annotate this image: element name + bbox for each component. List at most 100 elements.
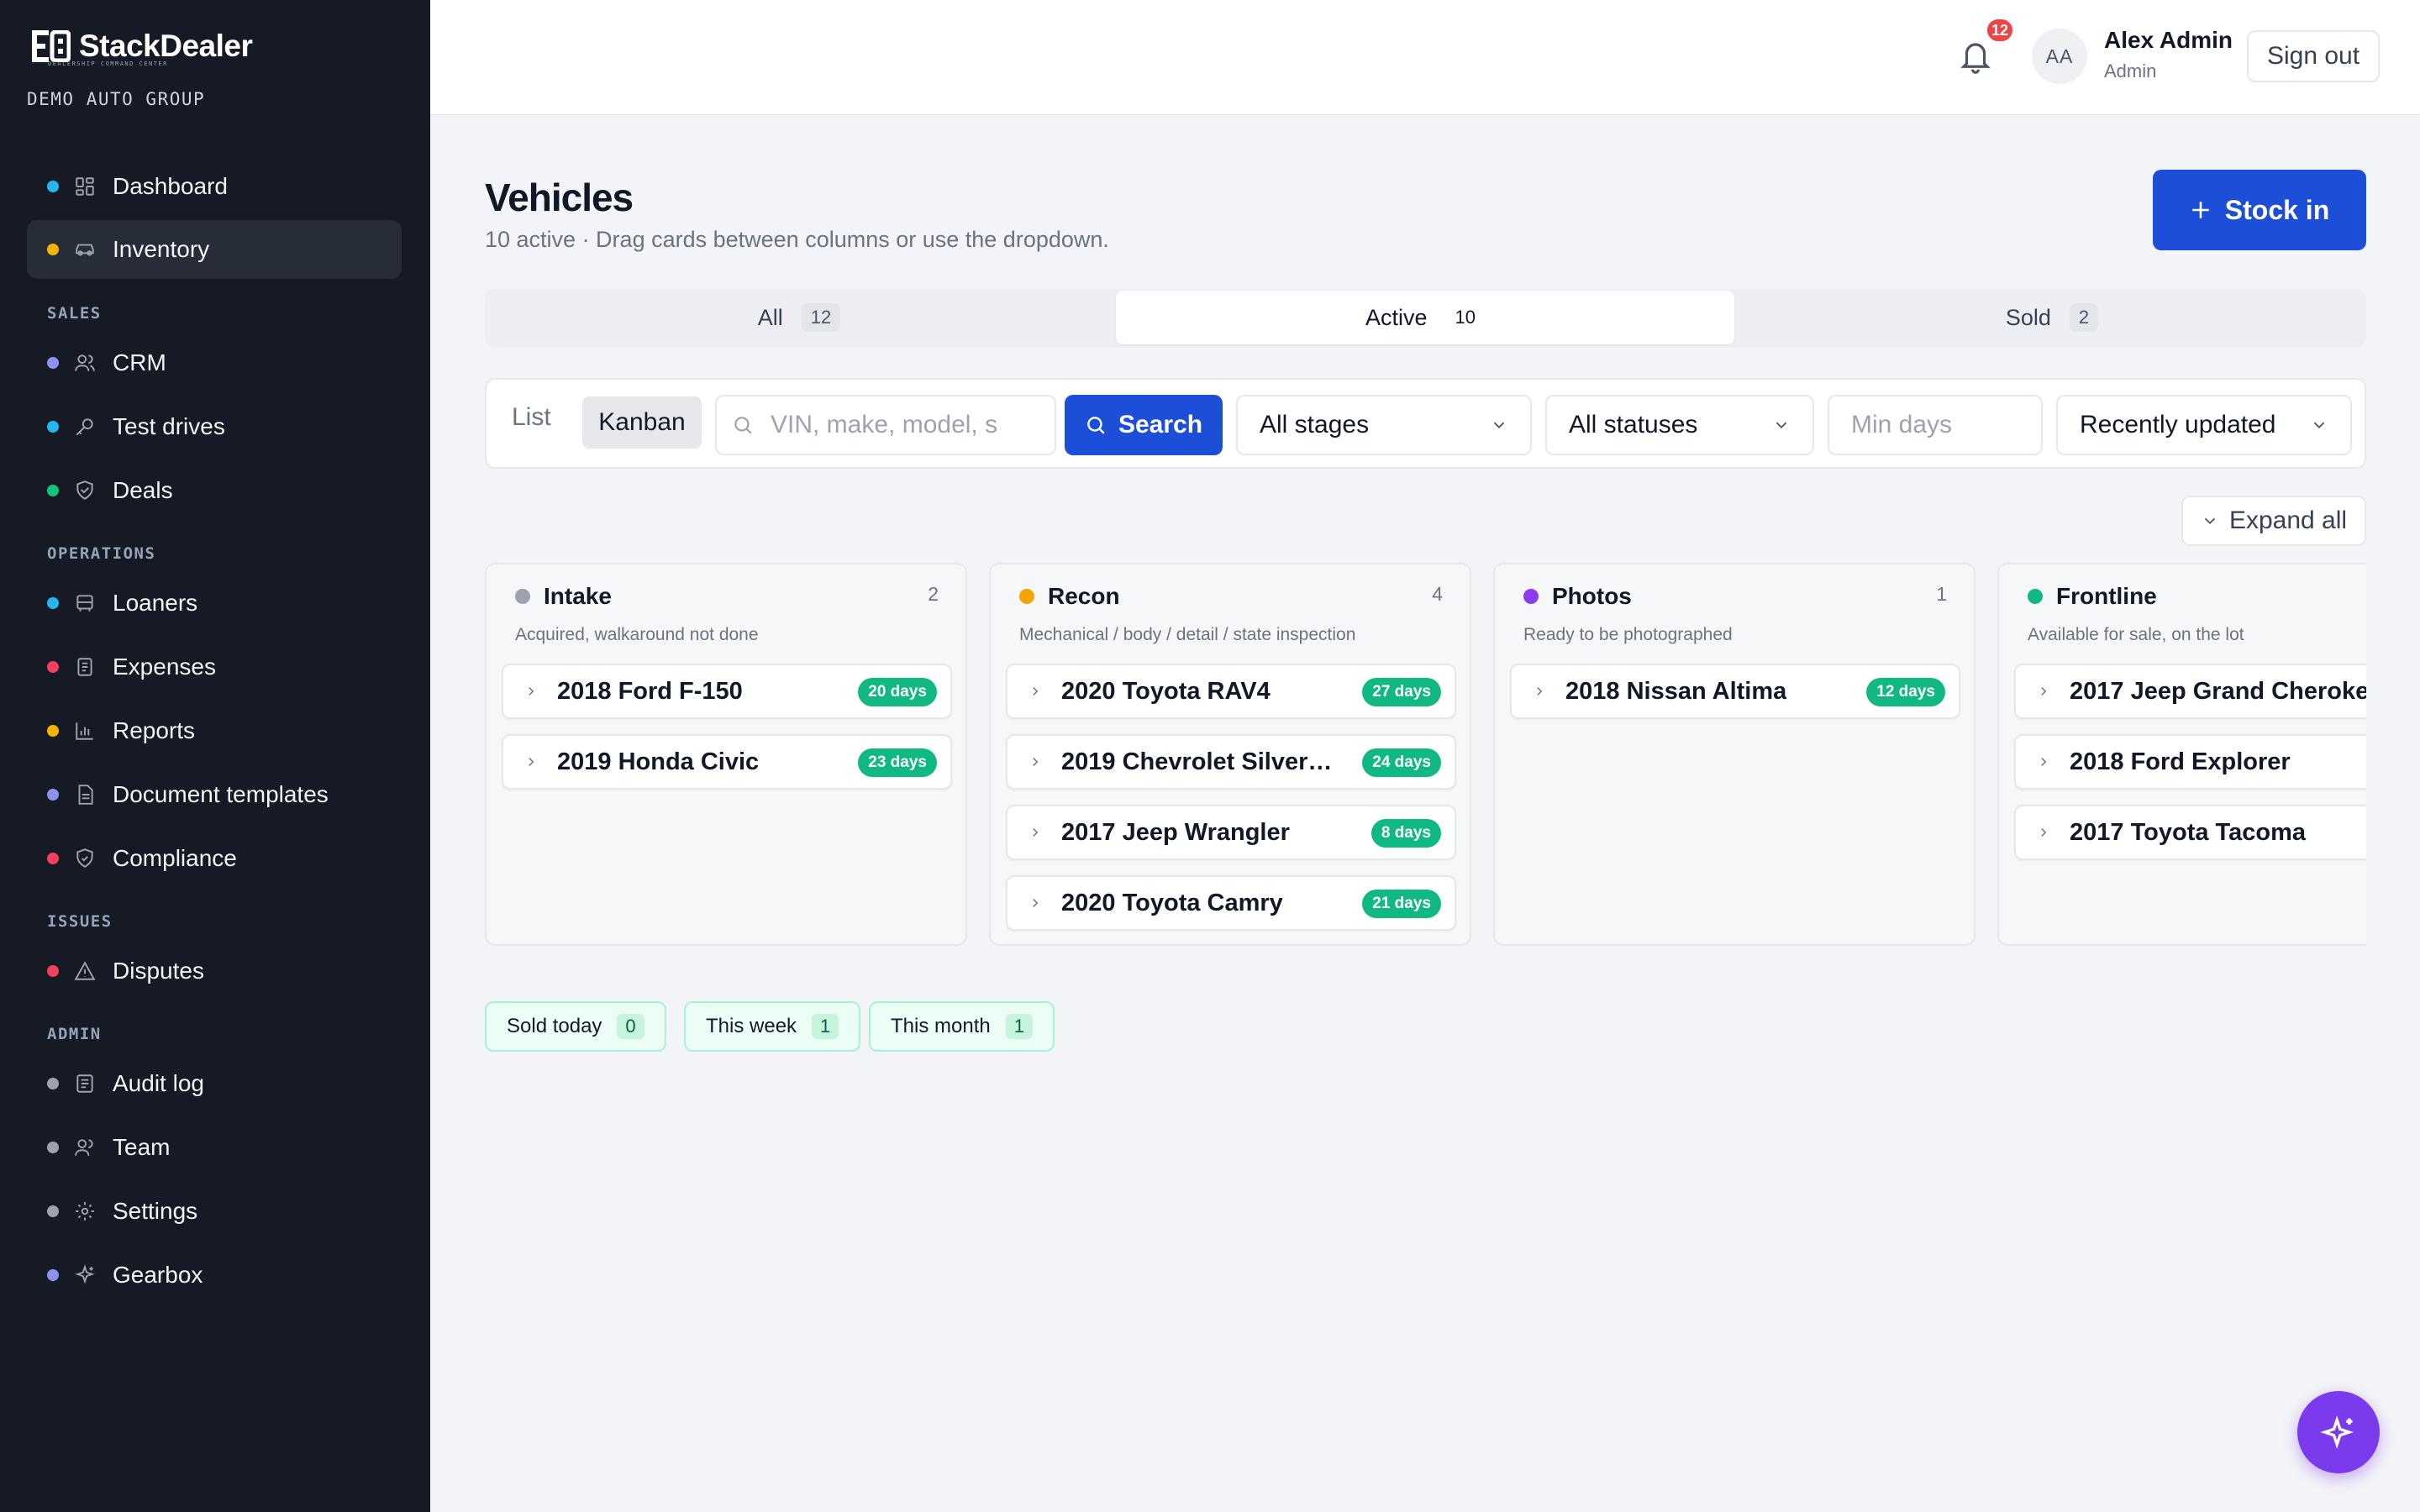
stage-select-value: All stages [1260, 411, 1370, 438]
sidebar-item-label: Document templates [113, 781, 329, 807]
column-dot [1019, 589, 1034, 604]
nav-section-admin: ADMIN [47, 1025, 102, 1043]
sidebar: StackDealer DEALERSHIP COMMAND CENTER DE… [0, 0, 430, 1512]
filter-bar: List Kanban Search All stages All status… [485, 378, 2366, 469]
search-icon [734, 417, 752, 434]
sidebar-item-label: Inventory [113, 236, 210, 262]
nav-section-sales: SALES [47, 304, 102, 323]
stage-select[interactable]: All stages [1236, 395, 1532, 455]
warning-icon [72, 958, 97, 984]
sidebar-item-label: Audit log [113, 1070, 204, 1096]
sidebar-item-inventory[interactable]: Inventory [27, 220, 402, 279]
assistant-button[interactable] [2297, 1391, 2380, 1473]
kanban-column-intake: Intake 2 Acquired, walkaround not done 2… [485, 563, 967, 946]
nav-dot [47, 485, 59, 496]
sidebar-item-disputes[interactable]: Disputes [27, 942, 402, 1000]
tab-label: All [757, 304, 783, 330]
nav-dot [47, 1078, 59, 1089]
search-icon [1087, 417, 1105, 434]
chevron-right-icon[interactable] [523, 684, 539, 699]
kanban-column-photos: Photos 1 Ready to be photographed 2018 N… [1493, 563, 1975, 946]
chevron-right-icon[interactable] [2036, 754, 2051, 769]
status-select[interactable]: All statuses [1545, 395, 1814, 455]
sidebar-item-loaners[interactable]: Loaners [27, 574, 402, 633]
sidebar-item-expenses[interactable]: Expenses [27, 638, 402, 696]
expand-all-label: Expand all [2228, 507, 2348, 534]
sidebar-item-settings[interactable]: Settings [27, 1182, 402, 1241]
vehicle-card[interactable]: 2017 Jeep Wrangler 8 days [1006, 805, 1456, 860]
nav-dot [47, 357, 59, 369]
bell-icon[interactable] [1958, 37, 1993, 76]
stat-sold-today[interactable]: Sold today 0 [485, 1001, 666, 1052]
brand-logo[interactable]: StackDealer [32, 29, 253, 64]
chevron-right-icon[interactable] [2036, 825, 2051, 840]
stock-in-button[interactable]: Stock in [2153, 170, 2366, 250]
nav-dot [47, 244, 59, 255]
stat-value: 0 [617, 1014, 644, 1039]
sign-out-button[interactable]: Sign out [2247, 30, 2380, 82]
vehicle-card[interactable]: 2020 Toyota RAV4 27 days [1006, 664, 1456, 719]
handshake-icon [72, 478, 97, 503]
vehicle-card[interactable]: 2019 Chevrolet Silverado... 24 days [1006, 734, 1456, 790]
chevron-right-icon[interactable] [523, 754, 539, 769]
avatar[interactable]: AA [2032, 29, 2087, 84]
min-days-field [1828, 395, 2043, 455]
days-badge: 12 days [1866, 678, 1945, 706]
sidebar-item-team[interactable]: Team [27, 1118, 402, 1177]
min-days-input[interactable] [1851, 411, 2019, 439]
grid-icon [72, 174, 97, 199]
column-description: Acquired, walkaround not done [515, 625, 759, 644]
nav-dot [47, 181, 59, 192]
sidebar-item-compliance[interactable]: Compliance [27, 829, 402, 888]
chevron-right-icon[interactable] [1028, 895, 1043, 911]
sidebar-item-crm[interactable]: CRM [27, 333, 402, 392]
search-input[interactable] [771, 411, 1023, 439]
chevron-right-icon[interactable] [1028, 825, 1043, 840]
chevron-right-icon[interactable] [1028, 684, 1043, 699]
chevron-down-icon [2313, 422, 2325, 429]
chevron-right-icon[interactable] [2036, 684, 2051, 699]
sidebar-item-reports[interactable]: Reports [27, 701, 402, 760]
tab-sold[interactable]: Sold 2 [1738, 291, 2366, 344]
vehicle-card[interactable]: 2018 Ford F-150 20 days [502, 664, 952, 719]
days-badge: 23 days [858, 748, 937, 777]
vehicle-card[interactable]: 2019 Honda Civic 23 days [502, 734, 952, 790]
view-list-toggle[interactable]: List [512, 403, 551, 432]
tab-label: Active [1365, 304, 1428, 330]
notification-badge: 12 [1985, 17, 2015, 44]
tab-active[interactable]: Active 10 [1116, 291, 1734, 344]
search-button[interactable]: Search [1065, 395, 1223, 455]
sidebar-item-test-drives[interactable]: Test drives [27, 397, 402, 456]
stat-this-month[interactable]: This month 1 [869, 1001, 1055, 1052]
sidebar-item-label: Dashboard [113, 173, 228, 199]
vehicle-card[interactable]: 2020 Toyota Camry 21 days [1006, 875, 1456, 931]
sidebar-item-label: Loaners [113, 590, 198, 616]
expand-all-button[interactable]: Expand all [2181, 496, 2366, 546]
vehicle-card[interactable]: 2017 Jeep Grand Cherokee [2014, 664, 2366, 719]
tab-all[interactable]: All 12 [485, 291, 1113, 344]
vehicle-card[interactable]: 2018 Ford Explorer [2014, 734, 2366, 790]
chevron-right-icon[interactable] [1028, 754, 1043, 769]
chevron-right-icon[interactable] [1532, 684, 1547, 699]
vehicle-card[interactable]: 2018 Nissan Altima 12 days [1510, 664, 1960, 719]
column-count: 1 [1936, 583, 1947, 605]
column-description: Mechanical / body / detail / state inspe… [1019, 625, 1356, 644]
days-badge: 20 days [858, 678, 937, 706]
sidebar-item-dashboard[interactable]: Dashboard [27, 157, 402, 216]
sidebar-item-audit-log[interactable]: Audit log [27, 1054, 402, 1113]
users-icon [72, 350, 97, 375]
days-badge: 21 days [1362, 890, 1441, 918]
sidebar-item-document-templates[interactable]: Document templates [27, 765, 402, 824]
tab-count: 12 [801, 303, 841, 332]
sidebar-item-label: CRM [113, 349, 166, 375]
column-title: Photos [1552, 583, 1632, 609]
column-count: 2 [928, 583, 939, 605]
vehicle-card[interactable]: 2017 Toyota Tacoma [2014, 805, 2366, 860]
sidebar-item-gearbox[interactable]: Gearbox [27, 1246, 402, 1305]
sort-select[interactable]: Recently updated [2056, 395, 2352, 455]
sidebar-item-deals[interactable]: Deals [27, 461, 402, 520]
view-kanban-toggle[interactable]: Kanban [582, 396, 702, 449]
gear-icon [72, 1199, 97, 1224]
stackdealer-logo-icon [32, 30, 71, 62]
stat-this-week[interactable]: This week 1 [684, 1001, 861, 1052]
